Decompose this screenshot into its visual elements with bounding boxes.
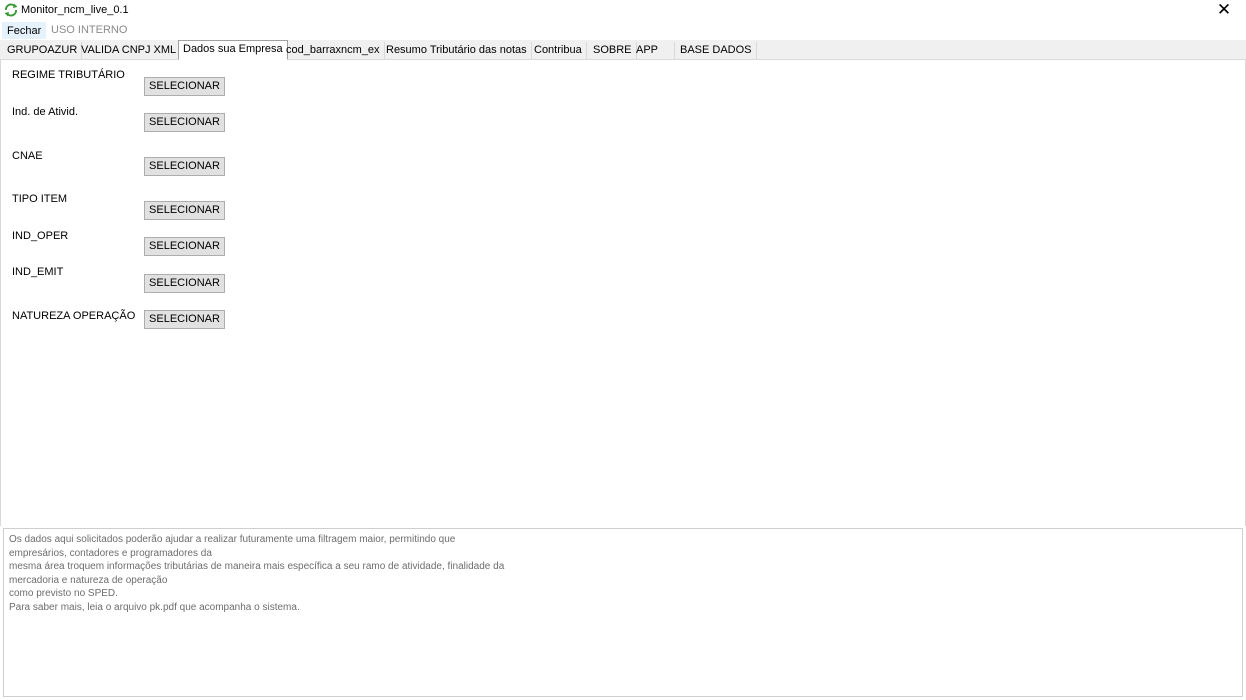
tab-contribua[interactable]: Contribua: [530, 42, 587, 60]
title-bar: Monitor_ncm_live_0.1 ✕: [0, 0, 1246, 22]
ind-emit-select-button[interactable]: SELECIONAR: [144, 274, 225, 293]
label-ind-oper: IND_OPER: [12, 230, 69, 242]
label-ind-emit: IND_EMIT: [12, 266, 64, 278]
label-cnae: CNAE: [12, 150, 43, 162]
tab-content-panel: REGIME TRIBUTÁRIO SELECIONAR Ind. de Ati…: [0, 60, 1246, 526]
tab-dados-sua-empresa[interactable]: Dados sua Empresa: [178, 40, 288, 60]
tab-cod-barraxncm-ex[interactable]: cod_barraxncm_ex: [282, 42, 385, 60]
refresh-arrows-icon: [4, 3, 18, 17]
tab-resumo-tributario[interactable]: Resumo Tributário das notas: [382, 42, 532, 60]
info-line: Para saber mais, leia o arquivo pk.pdf q…: [9, 601, 300, 613]
label-ind-ativid: Ind. de Ativid.: [12, 106, 79, 118]
cnae-select-button[interactable]: SELECIONAR: [144, 157, 225, 176]
label-natureza-operacao: NATUREZA OPERAÇÃO: [12, 310, 136, 322]
label-tipo-item: TIPO ITEM: [12, 193, 67, 205]
close-icon[interactable]: ✕: [1210, 0, 1238, 20]
tab-grupoazur[interactable]: GRUPOAZUR: [3, 42, 83, 60]
info-line: mesma área troquem informações tributári…: [9, 561, 505, 573]
ind-ativid-select-button[interactable]: SELECIONAR: [144, 113, 225, 132]
info-textbox[interactable]: Os dados aqui solicitados poderão ajudar…: [3, 528, 1243, 697]
tab-bar: GRUPOAZUR VALIDA CNPJ XML Dados sua Empr…: [0, 40, 1246, 60]
info-line: como previsto no SPED.: [9, 588, 118, 600]
tab-base-dados[interactable]: BASE DADOS: [676, 42, 757, 60]
ind-oper-select-button[interactable]: SELECIONAR: [144, 237, 225, 256]
window-title: Monitor_ncm_live_0.1: [21, 4, 129, 16]
tab-sobre[interactable]: SOBRE: [589, 42, 637, 60]
label-regime-tributario: REGIME TRIBUTÁRIO: [12, 69, 125, 81]
natureza-operacao-select-button[interactable]: SELECIONAR: [144, 310, 225, 329]
menu-bar: Fechar USO INTERNO: [0, 22, 1246, 39]
info-line: empresários, contadores e programadores …: [9, 547, 212, 559]
menu-item-uso-interno[interactable]: USO INTERNO: [47, 22, 131, 39]
info-line: Os dados aqui solicitados poderão ajudar…: [9, 534, 456, 545]
tab-app[interactable]: APP: [632, 42, 675, 60]
menu-item-fechar[interactable]: Fechar: [2, 22, 47, 39]
tipo-item-select-button[interactable]: SELECIONAR: [144, 201, 225, 220]
tab-valida-cnpj-xml[interactable]: VALIDA CNPJ XML: [77, 42, 182, 60]
info-line: mercadoria e natureza de operação: [9, 574, 168, 586]
regime-tributario-select-button[interactable]: SELECIONAR: [144, 77, 225, 96]
